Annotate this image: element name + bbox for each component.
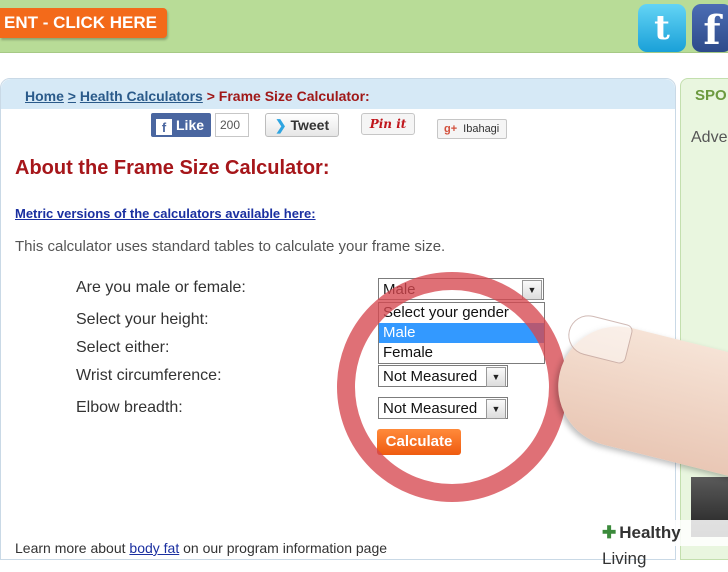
page-title: About the Frame Size Calculator:: [15, 157, 330, 179]
gplus-label: Ibahagi: [463, 123, 500, 135]
height-label: Select your height:: [76, 311, 209, 328]
watermark-brand: Healthy: [619, 523, 681, 542]
either-label: Select either:: [76, 339, 170, 356]
twitter-bird-icon: ❯: [274, 117, 287, 133]
chevron-down-icon[interactable]: ▼: [522, 280, 542, 300]
learn-more-suffix: on our program information page: [179, 540, 388, 556]
advertisement-label: Adve: [691, 129, 728, 146]
tweet-button[interactable]: ❯ Tweet: [265, 113, 339, 137]
gender-label: Are you male or female:: [76, 279, 246, 296]
like-label: Like: [176, 117, 205, 133]
tweet-label: Tweet: [290, 117, 330, 133]
breadcrumb-separator-2: >: [206, 88, 215, 104]
sponsored-sidebar: SPO Adve: [680, 78, 728, 560]
facebook-like-button[interactable]: f Like: [151, 113, 211, 137]
plus-logo-icon: ✚: [602, 523, 617, 542]
google-plus-share-button[interactable]: g+ Ibahagi: [437, 119, 507, 139]
intro-text: This calculator uses standard tables to …: [15, 238, 446, 255]
elbow-label: Elbow breadth:: [76, 399, 183, 416]
breadcrumb-home-link[interactable]: Home: [25, 88, 64, 104]
metric-versions-link[interactable]: Metric versions of the calculators avail…: [15, 206, 316, 221]
body-fat-link[interactable]: body fat: [129, 540, 179, 556]
breadcrumb: Home > Health Calculators > Frame Size C…: [25, 88, 370, 104]
learn-more-prefix: Learn more about: [15, 540, 130, 556]
sponsored-heading: SPO: [695, 87, 727, 104]
like-count: 200: [215, 113, 249, 137]
promo-banner-button[interactable]: ENT - CLICK HERE: [0, 8, 167, 38]
pin-it-button[interactable]: Pin it: [361, 113, 415, 135]
watermark-brand-2: Living: [602, 549, 647, 568]
facebook-icon[interactable]: f: [692, 4, 728, 54]
breadcrumb-current: Frame Size Calculator:: [218, 88, 370, 104]
breadcrumb-separator: >: [67, 88, 76, 104]
learn-more-text: Learn more about body fat on our program…: [15, 540, 387, 556]
breadcrumb-health-link[interactable]: Health Calculators: [80, 88, 203, 104]
healthy-living-watermark: ✚ Healthy Living: [596, 520, 728, 568]
facebook-icon: f: [156, 119, 172, 135]
google-plus-icon: g+: [444, 123, 458, 135]
twitter-icon[interactable]: t: [638, 4, 686, 52]
highlight-circle: [337, 272, 567, 502]
wrist-label: Wrist circumference:: [76, 367, 222, 384]
